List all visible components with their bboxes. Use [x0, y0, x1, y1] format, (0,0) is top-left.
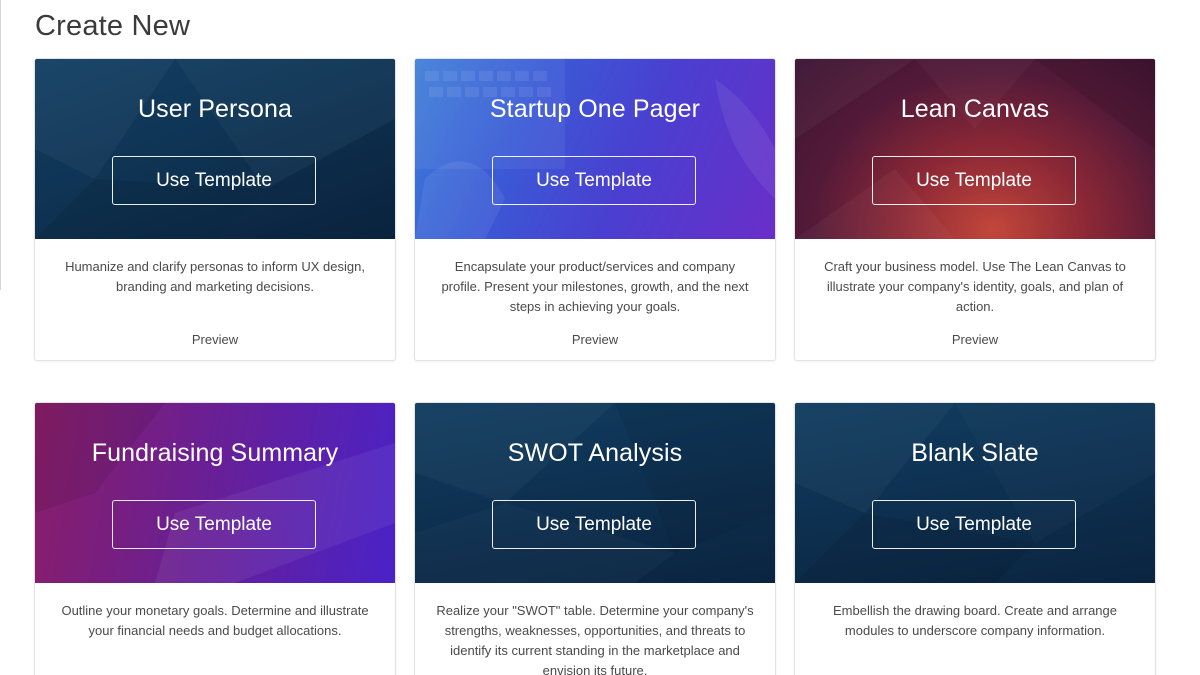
card-title: Startup One Pager: [489, 95, 701, 123]
template-card-fundraising-summary: Fundraising Summary Use Template Outline…: [34, 402, 396, 675]
hero-texture: [35, 403, 395, 583]
use-template-button[interactable]: Use Template: [872, 156, 1076, 205]
hero-texture: [795, 59, 1155, 239]
keyboard-hands-texture: [415, 59, 775, 239]
page-title: Create New: [35, 10, 191, 42]
use-template-button[interactable]: Use Template: [872, 500, 1076, 549]
card-description: Realize your "SWOT" table. Determine you…: [436, 603, 754, 675]
left-divider: [0, 0, 1, 290]
template-card-startup-one-pager: Startup One Pager Use Template Encapsula…: [414, 58, 776, 361]
card-body: Realize your "SWOT" table. Determine you…: [415, 583, 775, 675]
card-body: Embellish the drawing board. Create and …: [795, 583, 1155, 675]
hero-texture: [615, 403, 775, 553]
preview-link[interactable]: Preview: [795, 332, 1155, 347]
card-description: Craft your business model. Use The Lean …: [824, 259, 1126, 314]
template-card-blank-slate: Blank Slate Use Template Embellish the d…: [794, 402, 1156, 675]
hero-texture: [35, 59, 395, 239]
card-description: Humanize and clarify personas to inform …: [65, 259, 365, 294]
card-hero-image: User Persona Use Template: [35, 59, 395, 239]
card-body: Encapsulate your product/services and co…: [415, 239, 775, 360]
card-hero-image: Fundraising Summary Use Template: [35, 403, 395, 583]
template-card-user-persona: User Persona Use Template Humanize and c…: [34, 58, 396, 361]
card-body: Humanize and clarify personas to inform …: [35, 239, 395, 360]
create-new-page: Create New User Persona Use Template Hum…: [0, 0, 1200, 675]
use-template-button[interactable]: Use Template: [492, 500, 696, 549]
card-hero-image: Blank Slate Use Template: [795, 403, 1155, 583]
card-title: Fundraising Summary: [91, 439, 339, 467]
use-template-button[interactable]: Use Template: [112, 156, 316, 205]
card-description: Outline your monetary goals. Determine a…: [61, 603, 369, 638]
card-hero-image: SWOT Analysis Use Template: [415, 403, 775, 583]
card-body: Craft your business model. Use The Lean …: [795, 239, 1155, 360]
hero-texture: [795, 513, 1035, 583]
card-hero-image: Lean Canvas Use Template: [795, 59, 1155, 239]
card-body: Outline your monetary goals. Determine a…: [35, 583, 395, 675]
card-title: User Persona: [137, 95, 293, 123]
card-title: Lean Canvas: [900, 95, 1050, 123]
card-title: SWOT Analysis: [507, 439, 683, 467]
use-template-button[interactable]: Use Template: [112, 500, 316, 549]
card-title: Blank Slate: [911, 439, 1039, 467]
preview-link[interactable]: Preview: [415, 332, 775, 347]
card-hero-image: Startup One Pager Use Template: [415, 59, 775, 239]
card-description: Encapsulate your product/services and co…: [441, 259, 749, 314]
card-description: Embellish the drawing board. Create and …: [832, 603, 1117, 638]
use-template-button[interactable]: Use Template: [492, 156, 696, 205]
preview-link[interactable]: Preview: [35, 332, 395, 347]
template-card-lean-canvas: Lean Canvas Use Template Craft your busi…: [794, 58, 1156, 361]
template-card-swot-analysis: SWOT Analysis Use Template Realize your …: [414, 402, 776, 675]
